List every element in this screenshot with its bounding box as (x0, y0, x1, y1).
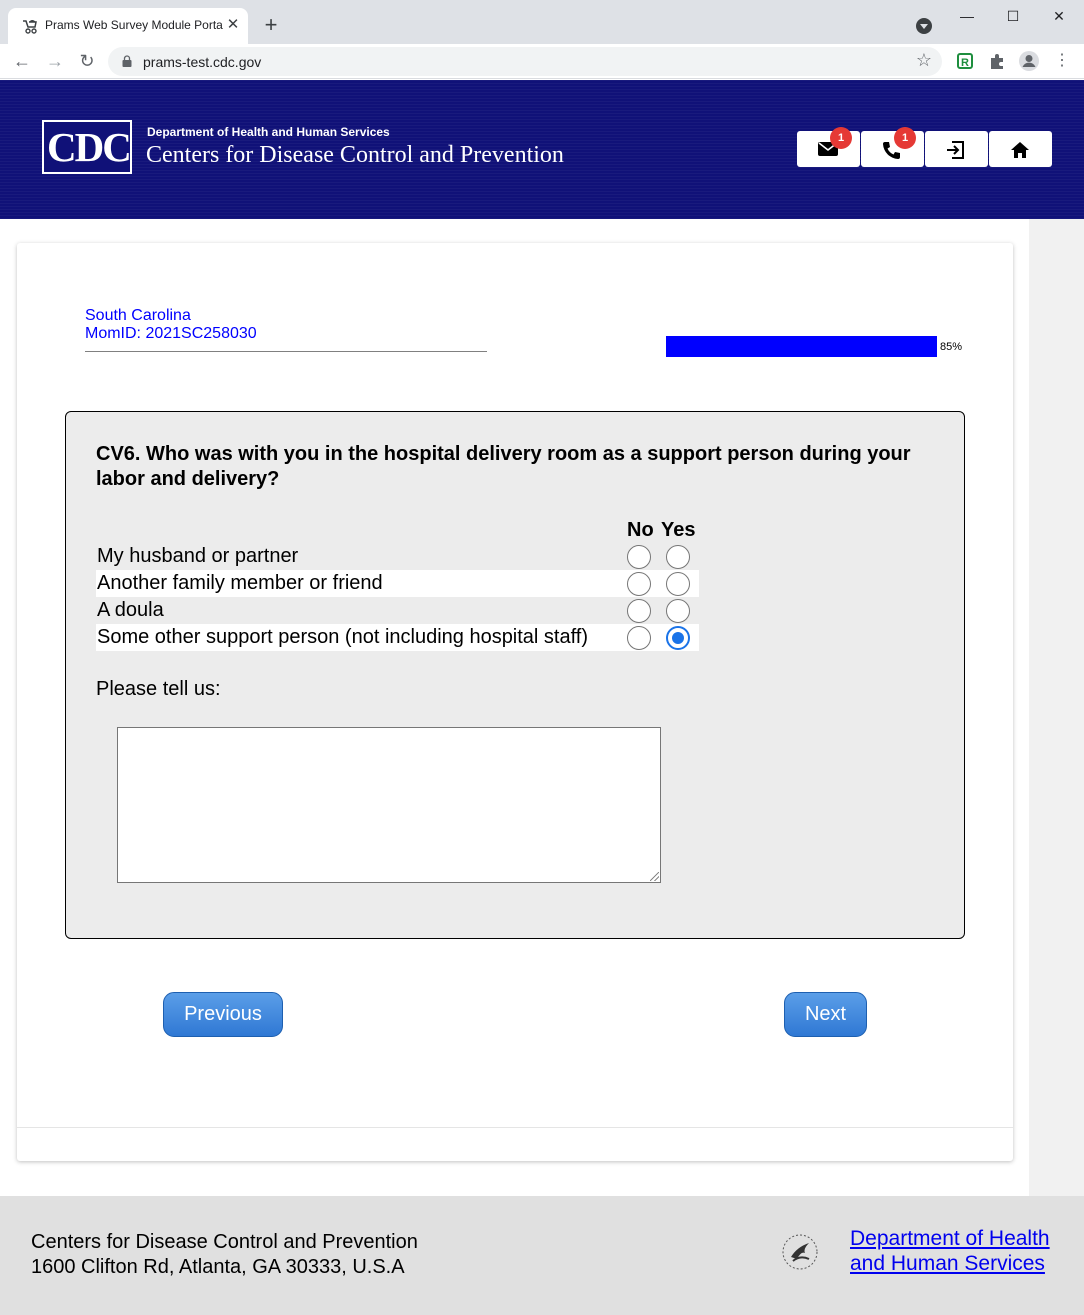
site-footer: Centers for Disease Control and Preventi… (0, 1196, 1084, 1315)
followup-textarea[interactable] (117, 727, 661, 883)
browser-tab[interactable]: Prams Web Survey Module Portal ✕ (8, 8, 248, 44)
tab-close-icon[interactable]: ✕ (224, 16, 242, 34)
cdc-logo[interactable]: CDC (42, 120, 132, 174)
mom-id: MomID: 2021SC258030 (85, 325, 257, 342)
bookmark-star-icon[interactable]: ☆ (916, 50, 932, 71)
answer-row-label: A doula (97, 599, 164, 621)
previous-button[interactable]: Previous (163, 992, 283, 1037)
tab-search-icon[interactable] (916, 18, 932, 34)
messages-badge: 1 (830, 127, 852, 149)
back-icon[interactable]: ← (10, 49, 34, 73)
answer-row-label: My husband or partner (97, 545, 299, 567)
home-icon (1011, 142, 1029, 158)
radio-yes[interactable] (666, 545, 690, 569)
page-gutter (1029, 219, 1084, 1196)
progress-bar (666, 336, 937, 357)
extension-green-icon[interactable]: R (954, 50, 976, 72)
messages-button[interactable]: 1 (797, 127, 860, 167)
profile-avatar-icon[interactable] (1018, 50, 1040, 72)
followup-label: Please tell us: (96, 678, 221, 700)
site-header: CDC Department of Health and Human Servi… (0, 80, 1084, 219)
forward-icon[interactable]: → (43, 49, 67, 73)
radio-yes[interactable] (666, 599, 690, 623)
radio-no[interactable] (627, 626, 651, 650)
next-button[interactable]: Next (784, 992, 867, 1037)
hhs-link-line1: Department of Health (850, 1227, 1050, 1250)
hhs-link-line2: and Human Services (850, 1252, 1045, 1275)
question-box: CV6. Who was with you in the hospital de… (65, 411, 965, 939)
question-text: CV6. Who was with you in the hospital de… (96, 443, 911, 490)
progress-label: 85% (940, 341, 963, 353)
radio-yes[interactable] (666, 626, 690, 650)
lock-icon (122, 55, 132, 67)
answer-row: Another family member or friend (96, 570, 699, 597)
resize-grip-icon[interactable] (650, 872, 659, 881)
column-header-yes: Yes (661, 519, 696, 541)
reload-icon[interactable]: ↻ (75, 49, 99, 73)
divider (85, 351, 487, 352)
stroller-icon (23, 20, 37, 34)
answer-row-label: Some other support person (not including… (97, 626, 589, 648)
radio-no[interactable] (627, 572, 651, 596)
department-name: Department of Health and Human Services (147, 125, 390, 139)
minimize-button[interactable]: — (944, 4, 990, 28)
answer-row: Some other support person (not including… (96, 624, 699, 651)
close-window-button[interactable]: ✕ (1036, 4, 1082, 28)
svg-text:R: R (961, 57, 969, 69)
exit-icon (947, 141, 964, 159)
tab-title: Prams Web Survey Module Portal (45, 18, 223, 32)
new-tab-button[interactable]: + (259, 13, 283, 37)
address-bar[interactable]: prams-test.cdc.gov ☆ (108, 47, 942, 76)
browser-toolbar: ← → ↻ prams-test.cdc.gov ☆ R ⋮ (0, 44, 1084, 79)
card-divider (17, 1127, 1013, 1128)
footer-org-name: Centers for Disease Control and Preventi… (31, 1231, 418, 1253)
browser-tab-strip: Prams Web Survey Module Portal ✕ + — ☐ ✕ (0, 0, 1084, 44)
phone-badge: 1 (894, 127, 916, 149)
hhs-link[interactable]: Department of Health and Human Services (850, 1226, 1050, 1276)
logout-button[interactable] (925, 131, 988, 167)
radio-no[interactable] (627, 545, 651, 569)
extensions-puzzle-icon[interactable] (986, 50, 1008, 72)
home-button[interactable] (989, 131, 1052, 167)
radio-yes[interactable] (666, 572, 690, 596)
phone-button[interactable]: 1 (861, 127, 924, 167)
cdc-logo-text: CDC (47, 124, 130, 170)
url-text: prams-test.cdc.gov (143, 54, 262, 70)
footer-address: 1600 Clifton Rd, Atlanta, GA 30333, U.S.… (31, 1256, 405, 1278)
column-header-no: No (627, 519, 654, 541)
radio-no[interactable] (627, 599, 651, 623)
browser-menu-icon[interactable]: ⋮ (1050, 49, 1074, 73)
answer-row: A doula (96, 597, 699, 624)
hhs-eagle-logo-icon (782, 1234, 818, 1270)
answer-row: My husband or partner (96, 543, 699, 570)
maximize-button[interactable]: ☐ (990, 4, 1036, 28)
agency-name: Centers for Disease Control and Preventi… (146, 142, 564, 168)
answer-row-label: Another family member or friend (97, 572, 383, 594)
state-name: South Carolina (85, 307, 191, 324)
survey-card: South Carolina MomID: 2021SC258030 85% C… (17, 243, 1013, 1161)
